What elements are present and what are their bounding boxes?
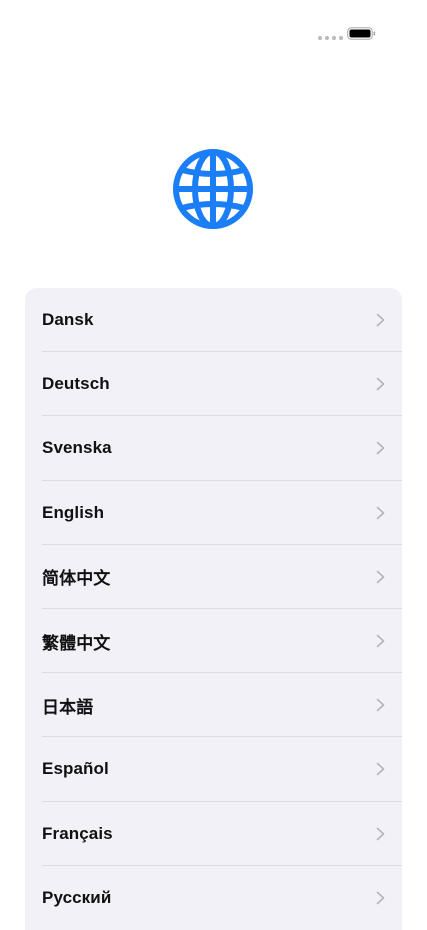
chevron-right-icon [376, 763, 385, 776]
cellular-signal-icon [318, 36, 343, 40]
language-row-dansk[interactable]: Dansk [25, 288, 402, 353]
language-row-deutsch[interactable]: Deutsch [25, 352, 402, 417]
globe-icon [173, 149, 253, 229]
language-list: Dansk Deutsch Svenska English 简体中文 繁體中文 … [25, 288, 402, 930]
language-row-francais[interactable]: Français [25, 802, 402, 866]
language-label: Français [42, 823, 113, 843]
chevron-right-icon [376, 634, 385, 648]
chevron-right-icon [376, 506, 385, 519]
chevron-right-icon [376, 891, 385, 905]
chevron-right-icon [376, 313, 385, 327]
language-row-svenska[interactable]: Svenska [25, 416, 402, 481]
language-row-traditional-chinese[interactable]: 繁體中文 [25, 609, 402, 674]
language-label: English [42, 502, 105, 522]
language-label: Dansk [42, 310, 94, 330]
language-row-simplified-chinese[interactable]: 简体中文 [25, 545, 402, 610]
chevron-right-icon [376, 570, 385, 584]
language-label: 繁體中文 [42, 633, 111, 653]
chevron-right-icon [376, 698, 385, 712]
language-label: Deutsch [42, 374, 110, 394]
status-bar [0, 0, 427, 60]
language-label: Svenska [42, 438, 112, 458]
chevron-right-icon [376, 442, 385, 455]
language-label: Русский [42, 887, 112, 907]
chevron-right-icon [376, 827, 385, 840]
battery-icon [347, 27, 376, 40]
language-row-espanol[interactable]: Español [25, 737, 402, 802]
language-label: 简体中文 [42, 569, 111, 589]
chevron-right-icon [376, 377, 385, 391]
language-label: 日本語 [42, 697, 94, 717]
language-row-russian[interactable]: Русский [25, 866, 402, 930]
language-label: Español [42, 759, 109, 779]
language-row-japanese[interactable]: 日本語 [25, 673, 402, 738]
language-row-english[interactable]: English [25, 481, 402, 545]
